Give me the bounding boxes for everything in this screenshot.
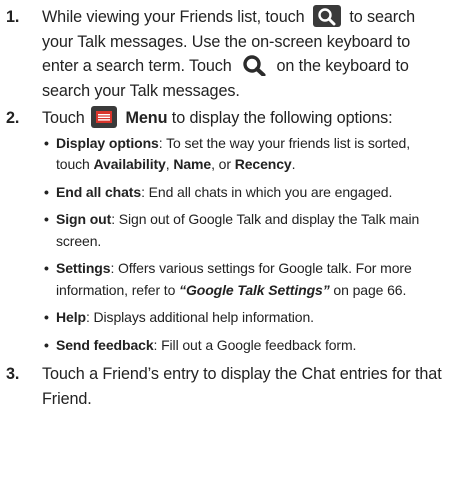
instruction-page: 1. While viewing your Friends list, touc… (0, 0, 456, 484)
option-desc: : Fill out a Google feedback form. (153, 336, 357, 353)
bullet-marker: • (44, 211, 49, 228)
step-number: 2. (6, 109, 20, 128)
step-number: 3. (6, 365, 20, 384)
list-item: • Sign out: Sign out of Google Talk and … (42, 209, 446, 252)
step-3: 3. Touch a Friend’s entry to display the… (6, 362, 446, 411)
sort-choice: Name (173, 156, 212, 173)
bullet-marker: • (44, 134, 49, 151)
menu-label: Menu (125, 109, 168, 128)
bullet-marker: • (44, 183, 49, 200)
option-term: Send feedback (56, 336, 154, 353)
step-text: While viewing your Friends list, touch (42, 8, 305, 26)
option-desc: : Sign out of Google Talk and display th… (56, 211, 420, 249)
search-icon (243, 55, 266, 77)
step-1: 1. While viewing your Friends list, touc… (6, 5, 446, 103)
step-text: Touch (42, 109, 85, 128)
step-number: 1. (6, 8, 20, 26)
list-item: • Display options: To set the way your f… (42, 133, 446, 176)
bullet-marker: • (44, 336, 49, 353)
list-item: • Help: Displays additional help informa… (42, 307, 446, 329)
option-desc: : End all chats in which you are engaged… (141, 183, 393, 200)
list-item: • Send feedback: Fill out a Google feedb… (42, 335, 446, 357)
sort-choice: Recency (234, 156, 292, 173)
menu-icon (91, 106, 118, 129)
separator: . (291, 156, 296, 173)
separator: , (165, 156, 170, 173)
list-item: • Settings: Offers various settings for … (42, 258, 446, 301)
bullet-marker: • (44, 260, 49, 277)
bullet-marker: • (44, 309, 49, 326)
option-term: Help (56, 309, 86, 326)
search-icon (312, 5, 341, 27)
step-text: to display the following options: (171, 109, 393, 128)
sort-choice: Availability (93, 156, 166, 173)
option-desc: : Displays additional help information. (85, 309, 314, 326)
cross-reference: “Google Talk Settings” (179, 281, 330, 298)
option-term: Settings (56, 260, 111, 277)
option-term: Sign out (56, 211, 112, 228)
option-desc: on page 66. (333, 281, 407, 298)
list-item: • End all chats: End all chats in which … (42, 182, 446, 204)
step-text: Touch a Friend’s entry to display the Ch… (42, 365, 442, 409)
option-term: Display options (56, 134, 159, 151)
option-term: End all chats (56, 183, 142, 200)
step-2: 2. Touch Menu to display the following o… (6, 106, 446, 356)
options-list: • Display options: To set the way your f… (42, 133, 446, 357)
separator: , or (211, 156, 231, 173)
